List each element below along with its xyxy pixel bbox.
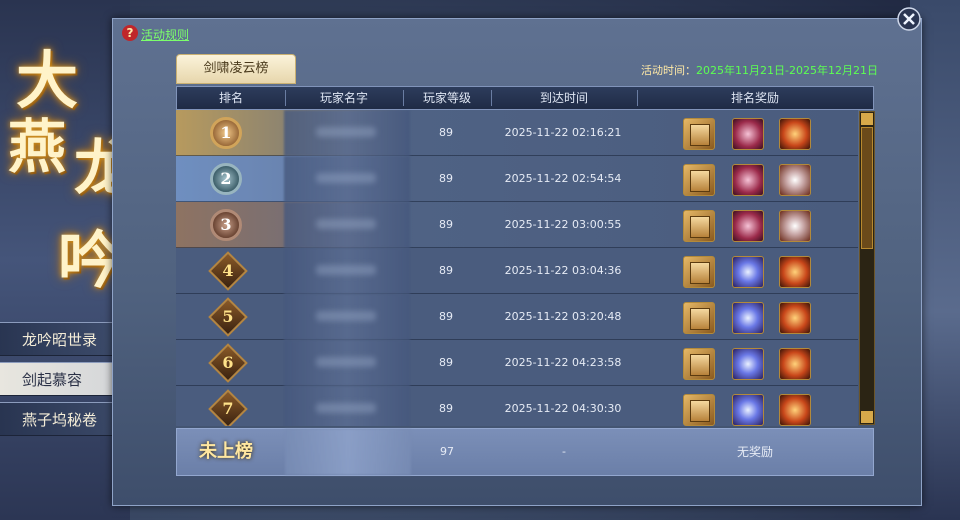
column-header-name: 玩家名字	[319, 91, 368, 105]
rank-number: 7	[222, 399, 234, 418]
player-name-redacted	[316, 265, 376, 275]
player-level: 89	[439, 172, 453, 185]
table-row[interactable]: 1 89 2025-11-22 02:16:21	[176, 110, 858, 156]
side-menu-label: 燕子坞秘卷	[22, 411, 98, 429]
crystal-wing-icon[interactable]	[732, 302, 764, 334]
player-name-redacted	[316, 127, 376, 137]
bound-scroll-icon[interactable]	[683, 164, 715, 196]
player-level: 89	[439, 402, 453, 415]
player-name-redacted	[316, 357, 376, 367]
player-level: 89	[439, 126, 453, 139]
table-row[interactable]: 2 89 2025-11-22 02:54:54	[176, 156, 858, 202]
event-time-label: 活动时间：	[641, 64, 696, 77]
arrival-time: 2025-11-22 03:00:55	[504, 218, 622, 231]
tab-ranking[interactable]: 剑啸凌云榜	[176, 54, 296, 84]
table-row[interactable]: 6 89 2025-11-22 04:23:58	[176, 340, 858, 386]
table-row[interactable]: 3 89 2025-11-22 03:00:55	[176, 202, 858, 248]
column-header-reward: 排名奖励	[730, 91, 779, 105]
pink-gem-icon[interactable]	[732, 118, 764, 150]
scroll-up-arrow-icon[interactable]	[861, 113, 873, 125]
player-name-redacted	[285, 429, 411, 475]
logo-char: 吟	[58, 224, 121, 297]
bound-scroll-icon[interactable]	[683, 302, 715, 334]
crystal-wing-icon[interactable]	[732, 256, 764, 288]
orange-chest-icon[interactable]	[779, 256, 811, 288]
my-rank-row: 未上榜 97 - 无奖励	[176, 428, 874, 476]
table-row[interactable]: 4 89 2025-11-22 03:04:36	[176, 248, 858, 294]
arrival-time: 2025-11-22 02:54:54	[504, 172, 622, 185]
side-menu-label: 龙吟昭世录	[22, 331, 98, 349]
bound-scroll-icon[interactable]	[683, 210, 715, 242]
pink-gem-icon[interactable]	[732, 164, 764, 196]
question-icon[interactable]: ?	[122, 25, 138, 41]
arrival-time: 2025-11-22 02:16:21	[504, 126, 622, 139]
arrival-time: 2025-11-22 03:20:48	[504, 310, 622, 323]
rules-link[interactable]: 活动规则	[141, 26, 189, 43]
table-row[interactable]: 5 89 2025-11-22 03:20:48	[176, 294, 858, 340]
my-arrival-time: -	[562, 445, 566, 458]
rank-medal-gold: 1	[210, 117, 242, 149]
white-pack-icon[interactable]	[779, 210, 811, 242]
rank-number: 4	[222, 261, 234, 280]
side-menu-item-yanziwu[interactable]: 燕子坞秘卷	[0, 402, 112, 436]
rank-number: 5	[222, 307, 234, 326]
crystal-wing-icon[interactable]	[732, 394, 764, 426]
table-row[interactable]: 7 89 2025-11-22 04:30:30	[176, 386, 858, 426]
close-icon[interactable]	[896, 6, 922, 32]
my-reward: 无奖励	[736, 445, 773, 459]
player-level: 89	[439, 264, 453, 277]
orange-chest-icon[interactable]	[779, 394, 811, 426]
pink-gem-icon[interactable]	[732, 210, 764, 242]
logo-char: 燕	[8, 113, 67, 181]
ranking-list[interactable]: 1 89 2025-11-22 02:16:21 2 89 2025-11-22…	[176, 110, 858, 426]
orange-chest-icon[interactable]	[779, 118, 811, 150]
rank-medal-silver: 2	[210, 163, 242, 195]
rank-medal-bronze: 3	[210, 209, 242, 241]
column-header-time: 到达时间	[539, 91, 588, 105]
my-rank: 未上榜	[199, 441, 253, 462]
bound-scroll-icon[interactable]	[683, 348, 715, 380]
player-name-redacted	[316, 403, 376, 413]
player-name-redacted	[316, 219, 376, 229]
crystal-wing-icon[interactable]	[732, 348, 764, 380]
column-header-rank: 排名	[218, 91, 243, 105]
scroll-thumb[interactable]	[861, 127, 873, 249]
player-name-redacted	[316, 311, 376, 321]
side-menu-label: 剑起慕容	[22, 371, 83, 389]
arrival-time: 2025-11-22 04:23:58	[504, 356, 622, 369]
event-time-value: 2025年11月21日-2025年12月21日	[696, 64, 878, 77]
scrollbar[interactable]	[859, 111, 875, 425]
side-menu-item-longyin[interactable]: 龙吟昭世录	[0, 322, 112, 356]
arrival-time: 2025-11-22 03:04:36	[504, 264, 622, 277]
player-level: 89	[439, 310, 453, 323]
orange-chest-icon[interactable]	[779, 348, 811, 380]
player-level: 89	[439, 356, 453, 369]
player-name-redacted	[316, 173, 376, 183]
player-level: 89	[439, 218, 453, 231]
my-level: 97	[440, 445, 454, 458]
white-pack-icon[interactable]	[779, 164, 811, 196]
orange-chest-icon[interactable]	[779, 302, 811, 334]
column-header-level: 玩家等级	[422, 91, 471, 105]
event-time: 活动时间：2025年11月21日-2025年12月21日	[641, 62, 878, 78]
scroll-down-arrow-icon[interactable]	[861, 411, 873, 423]
rank-number: 6	[222, 353, 234, 372]
bound-scroll-icon[interactable]	[683, 118, 715, 150]
bound-scroll-icon[interactable]	[683, 256, 715, 288]
table-header: 排名 玩家名字 玩家等级 到达时间 排名奖励	[176, 86, 874, 110]
arrival-time: 2025-11-22 04:30:30	[504, 402, 622, 415]
bound-scroll-icon[interactable]	[683, 394, 715, 426]
